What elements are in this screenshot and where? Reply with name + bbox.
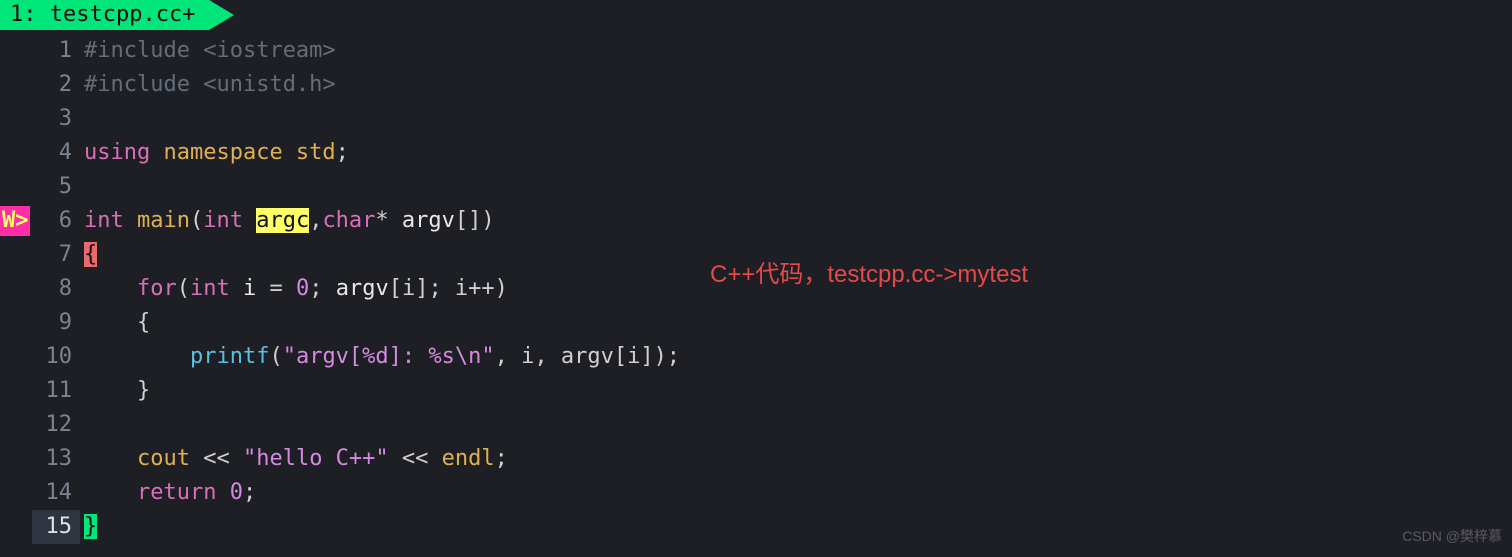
code-content: for(int i = 0; argv[i]; i++) (80, 272, 508, 306)
annotation-text: C++代码，testcpp.cc->mytest (710, 258, 1028, 292)
code-content: #include <iostream> (80, 34, 336, 68)
highlight-open-brace: { (84, 242, 97, 267)
code-line[interactable]: 5 (0, 170, 1512, 204)
line-number: 2 (32, 68, 80, 102)
line-number: 8 (32, 272, 80, 306)
highlight-close-brace: } (84, 514, 97, 539)
line-number: 3 (32, 102, 80, 136)
code-content: cout << "hello C++" << endl; (80, 442, 508, 476)
code-editor[interactable]: 1: testcpp.cc+ 1 #include <iostream> 2 #… (0, 0, 1512, 557)
code-line[interactable]: 12 (0, 408, 1512, 442)
tab-label: 1: testcpp.cc+ (10, 2, 195, 27)
tab-bar[interactable]: 1: testcpp.cc+ (0, 0, 1512, 30)
code-content: return 0; (80, 476, 256, 510)
line-number: 1 (32, 34, 80, 68)
code-line[interactable]: 2 #include <unistd.h> (0, 68, 1512, 102)
code-line[interactable]: W> 6 int main(int argc,char* argv[]) (0, 204, 1512, 238)
code-line[interactable]: 13 cout << "hello C++" << endl; (0, 442, 1512, 476)
code-content: printf("argv[%d]: %s\n", i, argv[i]); (80, 340, 680, 374)
code-line[interactable]: 1 #include <iostream> (0, 34, 1512, 68)
code-line[interactable]: 4 using namespace std; (0, 136, 1512, 170)
line-number: 7 (32, 238, 80, 272)
line-number: 12 (32, 408, 80, 442)
code-line[interactable]: 9 { (0, 306, 1512, 340)
gutter: W> (0, 204, 32, 238)
code-content: { (80, 306, 150, 340)
code-content: } (80, 510, 97, 544)
watermark-text: CSDN @樊梓慕 (1402, 519, 1502, 553)
code-line-current[interactable]: 15 } (0, 510, 1512, 544)
line-number: 4 (32, 136, 80, 170)
line-number: 11 (32, 374, 80, 408)
code-content: #include <unistd.h> (80, 68, 336, 102)
code-content: int main(int argc,char* argv[]) (80, 204, 495, 238)
code-content: using namespace std; (80, 136, 349, 170)
line-number: 15 (32, 510, 80, 544)
highlight-argc: argc (256, 208, 309, 233)
line-number: 13 (32, 442, 80, 476)
line-number: 9 (32, 306, 80, 340)
warning-marker[interactable]: W> (0, 206, 30, 236)
code-content: { (80, 238, 97, 272)
code-line[interactable]: 14 return 0; (0, 476, 1512, 510)
code-line[interactable]: 10 printf("argv[%d]: %s\n", i, argv[i]); (0, 340, 1512, 374)
code-content: } (80, 374, 150, 408)
code-line[interactable]: 11 } (0, 374, 1512, 408)
line-number: 10 (32, 340, 80, 374)
line-number: 5 (32, 170, 80, 204)
tab-active[interactable]: 1: testcpp.cc+ (0, 0, 209, 30)
line-number: 6 (32, 204, 80, 238)
line-number: 14 (32, 476, 80, 510)
code-line[interactable]: 3 (0, 102, 1512, 136)
